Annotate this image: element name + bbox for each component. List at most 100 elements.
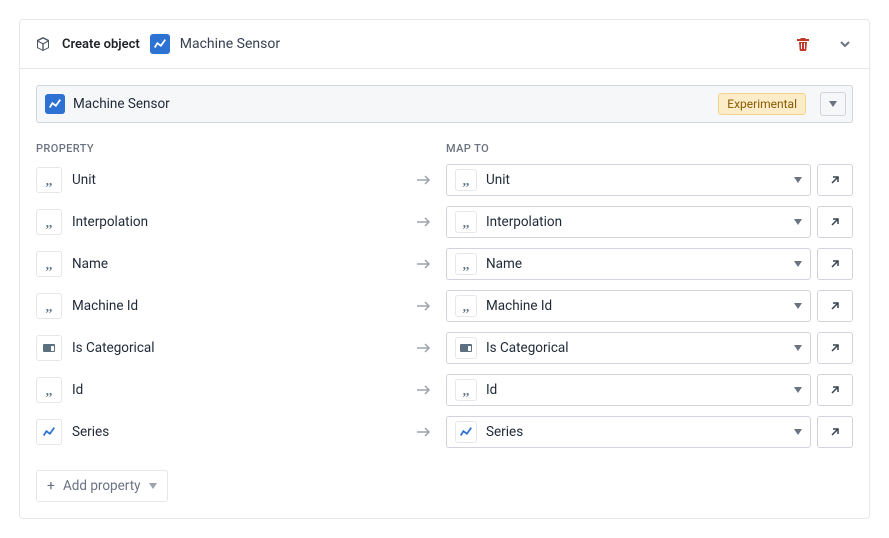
map-to-label: Series xyxy=(486,424,794,440)
property-type-icon-box xyxy=(36,335,62,361)
map-to-type-icon-box: ,, xyxy=(455,169,477,191)
property-type-icon-box: ,, xyxy=(36,167,62,193)
arrow-up-right-icon xyxy=(828,173,842,187)
map-to-type-icon-box xyxy=(455,421,477,443)
property-row: ,, Id,, Id xyxy=(36,374,853,406)
string-type-icon: ,, xyxy=(463,300,470,313)
experimental-badge: Experimental xyxy=(718,93,806,115)
string-type-icon: ,, xyxy=(46,174,53,187)
create-object-card: Create object Machine Sensor Machine Sen… xyxy=(19,19,870,519)
card-header: Create object Machine Sensor xyxy=(20,20,869,69)
boolean-type-icon xyxy=(460,344,472,352)
property-cell: ,, Id xyxy=(36,377,446,403)
arrow-icon xyxy=(416,216,446,228)
arrow-up-right-icon xyxy=(828,383,842,397)
property-type-icon-box: ,, xyxy=(36,251,62,277)
caret-down-icon xyxy=(829,101,837,107)
property-cell: Is Categorical xyxy=(36,335,446,361)
open-external-button[interactable] xyxy=(817,248,853,280)
arrow-icon xyxy=(416,258,446,270)
header-title-group: Create object Machine Sensor xyxy=(34,34,779,54)
property-type-icon-box: ,, xyxy=(36,377,62,403)
columns-header: PROPERTY MAP TO xyxy=(36,141,853,156)
map-cell: ,, Id xyxy=(446,374,853,406)
map-to-type-icon-box: ,, xyxy=(455,253,477,275)
map-to-type-icon-box: ,, xyxy=(455,379,477,401)
map-to-label: Machine Id xyxy=(486,298,794,314)
arrow-up-right-icon xyxy=(828,257,842,271)
map-to-select[interactable]: Series xyxy=(446,416,811,448)
property-cell: Series xyxy=(36,419,446,445)
add-property-label: Add property xyxy=(63,478,141,494)
header-subtitle: Machine Sensor xyxy=(180,36,280,52)
string-type-icon: ,, xyxy=(463,174,470,187)
property-rows: ,,Unit,,Unit,,Interpolation,,Interpolati… xyxy=(36,164,853,448)
caret-down-icon xyxy=(794,429,802,435)
plus-icon: + xyxy=(47,479,55,493)
open-external-button[interactable] xyxy=(817,164,853,196)
card-body: Machine Sensor Experimental PROPERTY MAP… xyxy=(20,69,869,518)
map-to-label: Interpolation xyxy=(486,214,794,230)
map-to-select[interactable]: ,, Unit xyxy=(446,164,811,196)
open-external-button[interactable] xyxy=(817,290,853,322)
map-to-label: Is Categorical xyxy=(486,340,794,356)
open-external-button[interactable] xyxy=(817,206,853,238)
caret-down-icon xyxy=(794,303,802,309)
property-name: Series xyxy=(72,424,416,440)
property-row: ,,Machine Id,,Machine Id xyxy=(36,290,853,322)
property-type-icon-box xyxy=(36,419,62,445)
arrow-icon xyxy=(416,300,446,312)
string-type-icon: ,, xyxy=(463,258,470,271)
open-external-button[interactable] xyxy=(817,332,853,364)
open-external-button[interactable] xyxy=(817,416,853,448)
string-type-icon: ,, xyxy=(46,258,53,271)
map-to-select[interactable]: ,, Id xyxy=(446,374,811,406)
arrow-up-right-icon xyxy=(828,425,842,439)
open-external-button[interactable] xyxy=(817,374,853,406)
chart-type-icon xyxy=(459,425,473,439)
map-to-select[interactable]: Is Categorical xyxy=(446,332,811,364)
property-row: Series Series xyxy=(36,416,853,448)
map-cell: ,, Machine Id xyxy=(446,290,853,322)
arrow-icon xyxy=(416,384,446,396)
property-cell: ,,Machine Id xyxy=(36,293,446,319)
chart-icon xyxy=(45,94,65,114)
arrow-up-right-icon xyxy=(828,215,842,229)
arrow-icon xyxy=(416,342,446,354)
map-to-type-icon-box: ,, xyxy=(455,211,477,233)
property-cell: ,, Unit xyxy=(36,167,446,193)
column-header-property: PROPERTY xyxy=(36,142,94,155)
property-name: Name xyxy=(72,256,416,272)
caret-down-icon xyxy=(149,483,157,489)
map-to-label: Unit xyxy=(486,172,794,188)
add-property-button[interactable]: + Add property xyxy=(36,470,168,502)
string-type-icon: ,, xyxy=(46,384,53,397)
property-name: Is Categorical xyxy=(72,340,416,356)
caret-down-icon xyxy=(794,219,802,225)
collapse-button[interactable] xyxy=(835,30,855,58)
map-cell: Is Categorical xyxy=(446,332,853,364)
entity-name: Machine Sensor xyxy=(73,96,710,112)
caret-down-icon xyxy=(794,387,802,393)
property-row: ,, Unit,, Unit xyxy=(36,164,853,196)
property-name: Id xyxy=(72,382,416,398)
chevron-down-icon xyxy=(839,38,851,50)
string-type-icon: ,, xyxy=(46,216,53,229)
map-to-select[interactable]: ,, Interpolation xyxy=(446,206,811,238)
entity-dropdown-button[interactable] xyxy=(820,92,846,116)
property-name: Unit xyxy=(72,172,416,188)
map-to-select[interactable]: ,, Name xyxy=(446,248,811,280)
property-type-icon-box: ,, xyxy=(36,209,62,235)
map-cell: Series xyxy=(446,416,853,448)
page-title: Create object xyxy=(62,37,140,52)
delete-button[interactable] xyxy=(789,30,817,58)
arrow-icon xyxy=(416,174,446,186)
map-to-label: Name xyxy=(486,256,794,272)
map-cell: ,, Unit xyxy=(446,164,853,196)
map-to-select[interactable]: ,, Machine Id xyxy=(446,290,811,322)
arrow-up-right-icon xyxy=(828,299,842,313)
string-type-icon: ,, xyxy=(463,384,470,397)
map-to-label: Id xyxy=(486,382,794,398)
trash-icon xyxy=(795,36,811,52)
property-cell: ,,Interpolation xyxy=(36,209,446,235)
